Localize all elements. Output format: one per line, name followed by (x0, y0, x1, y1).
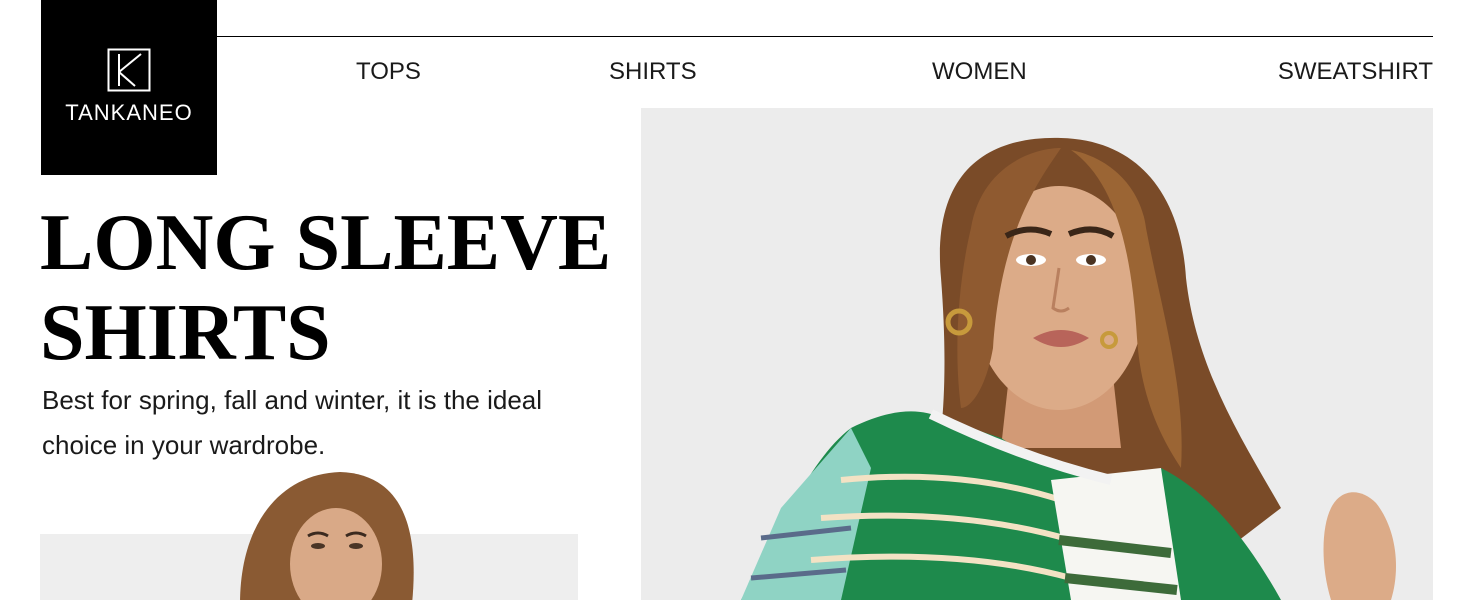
brand-logo[interactable]: TANKANEO (41, 0, 217, 175)
main-product-photo[interactable] (641, 108, 1433, 600)
nav-item-sweatshirt[interactable]: SWEATSHIRT (1278, 58, 1433, 86)
k-monogram-icon (107, 48, 151, 92)
model-portrait-photo (240, 472, 414, 600)
nav-item-women[interactable]: WOMEN (932, 58, 1027, 86)
hero-description: Best for spring, fall and winter, it is … (42, 385, 543, 460)
page-title-line-2: SHIRTS (40, 289, 331, 377)
secondary-product-photo[interactable] (40, 472, 578, 600)
brand-name: TANKANEO (65, 100, 193, 125)
nav-item-shirts[interactable]: SHIRTS (609, 58, 697, 86)
page-title-line-1: LONG SLEEVE (40, 199, 612, 287)
header-divider (217, 36, 1433, 37)
nav-item-tops[interactable]: TOPS (356, 58, 421, 86)
page-title: LONG SLEEVE SHIRTS (40, 198, 640, 378)
model-striped-shirt-photo (641, 108, 1433, 600)
